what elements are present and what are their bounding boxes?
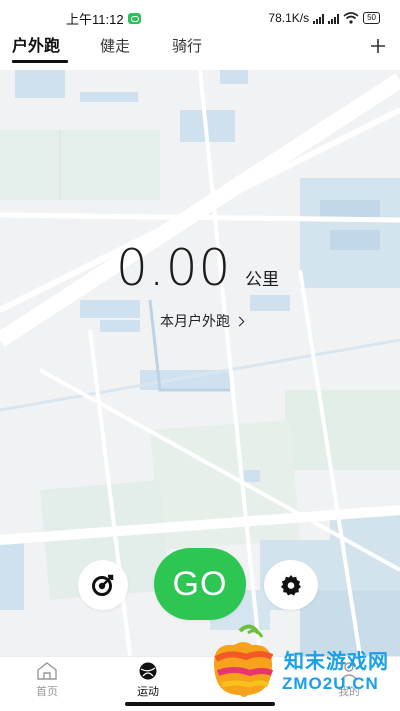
home-indicator[interactable] (125, 702, 275, 706)
tab-outdoor-run[interactable]: 户外跑 (12, 36, 60, 58)
nav-home-label: 首页 (36, 686, 58, 698)
monthly-outdoor-run-link[interactable]: 本月户外跑 (160, 311, 245, 331)
gear-icon (281, 575, 301, 596)
tab-cycling[interactable]: 骑行 (172, 36, 202, 58)
wechat-notification-icon (127, 12, 141, 24)
watermark-text-1: 知末游戏网 (284, 651, 389, 673)
nav-sport-label: 运动 (137, 686, 159, 698)
status-bar: 上午11:12 78.1K/s 50 (0, 0, 400, 36)
go-button-label: GO (172, 564, 228, 603)
distance-value: 0.00 (116, 239, 232, 297)
signal-icon-2 (328, 13, 340, 24)
add-icon[interactable] (370, 38, 386, 54)
ball-icon (139, 662, 157, 680)
home-icon (37, 662, 57, 680)
status-left: 上午11:12 (66, 9, 141, 28)
sport-type-tabs: 户外跑 健走 骑行 (0, 36, 400, 70)
nav-sport[interactable]: 运动 (137, 661, 159, 699)
battery-icon: 50 (363, 12, 380, 24)
status-time: 上午11:12 (66, 11, 124, 27)
go-button[interactable]: GO (154, 548, 246, 620)
network-speed: 78.1K/s (268, 11, 310, 25)
watermark-text-2: ZMO2U.CN (282, 674, 379, 693)
chevron-right-icon (234, 316, 245, 326)
active-tab-indicator (12, 60, 68, 63)
settings-button[interactable] (264, 560, 318, 610)
signal-icon (313, 13, 325, 24)
nav-home[interactable]: 首页 (36, 661, 58, 699)
distance-unit: 公里 (245, 270, 279, 289)
wifi-icon (343, 12, 359, 24)
monthly-outdoor-run-label: 本月户外跑 (160, 313, 230, 329)
target-icon (92, 574, 114, 596)
tab-walk[interactable]: 健走 (100, 36, 130, 58)
status-right: 78.1K/s 50 (268, 11, 380, 25)
target-button[interactable] (78, 560, 128, 610)
